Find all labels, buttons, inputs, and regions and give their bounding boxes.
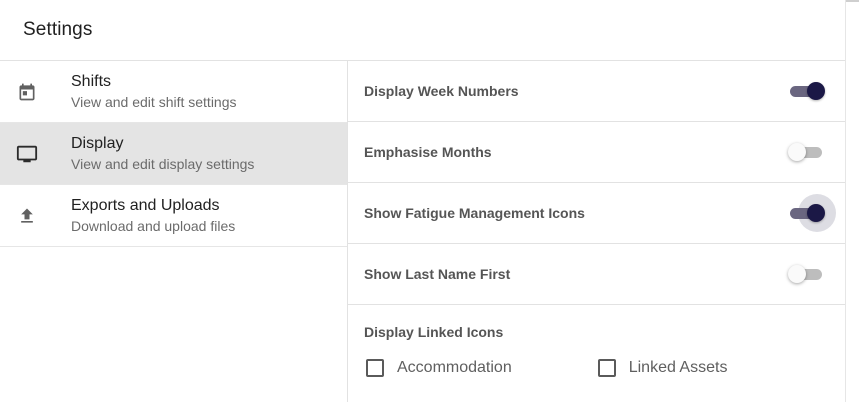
sidebar-item-description: View and edit display settings [71,156,255,172]
sidebar-item-description: Download and upload files [71,218,236,234]
linked-assets-checkbox[interactable]: Linked Assets [597,359,728,377]
setting-label: Show Last Name First [364,266,511,282]
sidebar-item-description: View and edit shift settings [71,94,237,110]
toggle-thumb [788,143,806,161]
display-settings-panel: Display Week Numbers Emphasise Months Sh… [348,61,845,402]
checkbox-label: Linked Assets [628,359,728,376]
toggle-thumb [788,265,806,283]
sidebar-item-exports[interactable]: Exports and Uploads Download and upload … [0,185,347,247]
fatigue-icons-toggle[interactable] [789,194,836,232]
linked-icons-section: Display Linked Icons Accommodation Linke… [348,305,845,377]
dialog-header: Settings [0,0,845,61]
dialog-title: Settings [23,19,93,40]
checkbox-label: Accommodation [397,359,512,376]
linked-icons-title: Display Linked Icons [364,324,504,340]
checkbox-box[interactable] [366,359,384,377]
sidebar-item-label: Display [71,135,124,152]
sidebar-item-label: Exports and Uploads [71,197,220,214]
settings-sidebar: Shifts View and edit shift settings Disp… [0,61,348,402]
sidebar-item-shifts[interactable]: Shifts View and edit shift settings [0,61,347,123]
setting-row-week-numbers: Display Week Numbers [348,61,845,122]
setting-label: Emphasise Months [364,144,492,160]
settings-dialog: Settings Shifts View and edit shift sett… [0,0,846,402]
linked-icons-options: Accommodation Linked Assets [364,359,845,377]
toggle-thumb [807,82,825,100]
setting-label: Display Week Numbers [364,83,519,99]
setting-row-fatigue-icons: Show Fatigue Management Icons [348,183,845,244]
upload-icon [16,205,38,227]
last-name-first-toggle[interactable] [788,263,823,285]
calendar-icon [16,81,38,103]
sidebar-item-display[interactable]: Display View and edit display settings [0,123,347,185]
setting-row-last-name-first: Show Last Name First [348,244,845,305]
checkbox-box[interactable] [597,359,616,377]
dialog-body: Shifts View and edit shift settings Disp… [0,61,845,402]
week-numbers-toggle[interactable] [789,80,825,102]
sidebar-item-label: Shifts [71,73,112,90]
toggle-thumb [807,204,825,222]
setting-row-emphasise-months: Emphasise Months [348,122,845,183]
setting-label: Show Fatigue Management Icons [364,205,585,221]
accommodation-checkbox[interactable]: Accommodation [366,359,512,377]
emphasise-months-toggle[interactable] [788,141,823,163]
monitor-icon [16,143,38,165]
